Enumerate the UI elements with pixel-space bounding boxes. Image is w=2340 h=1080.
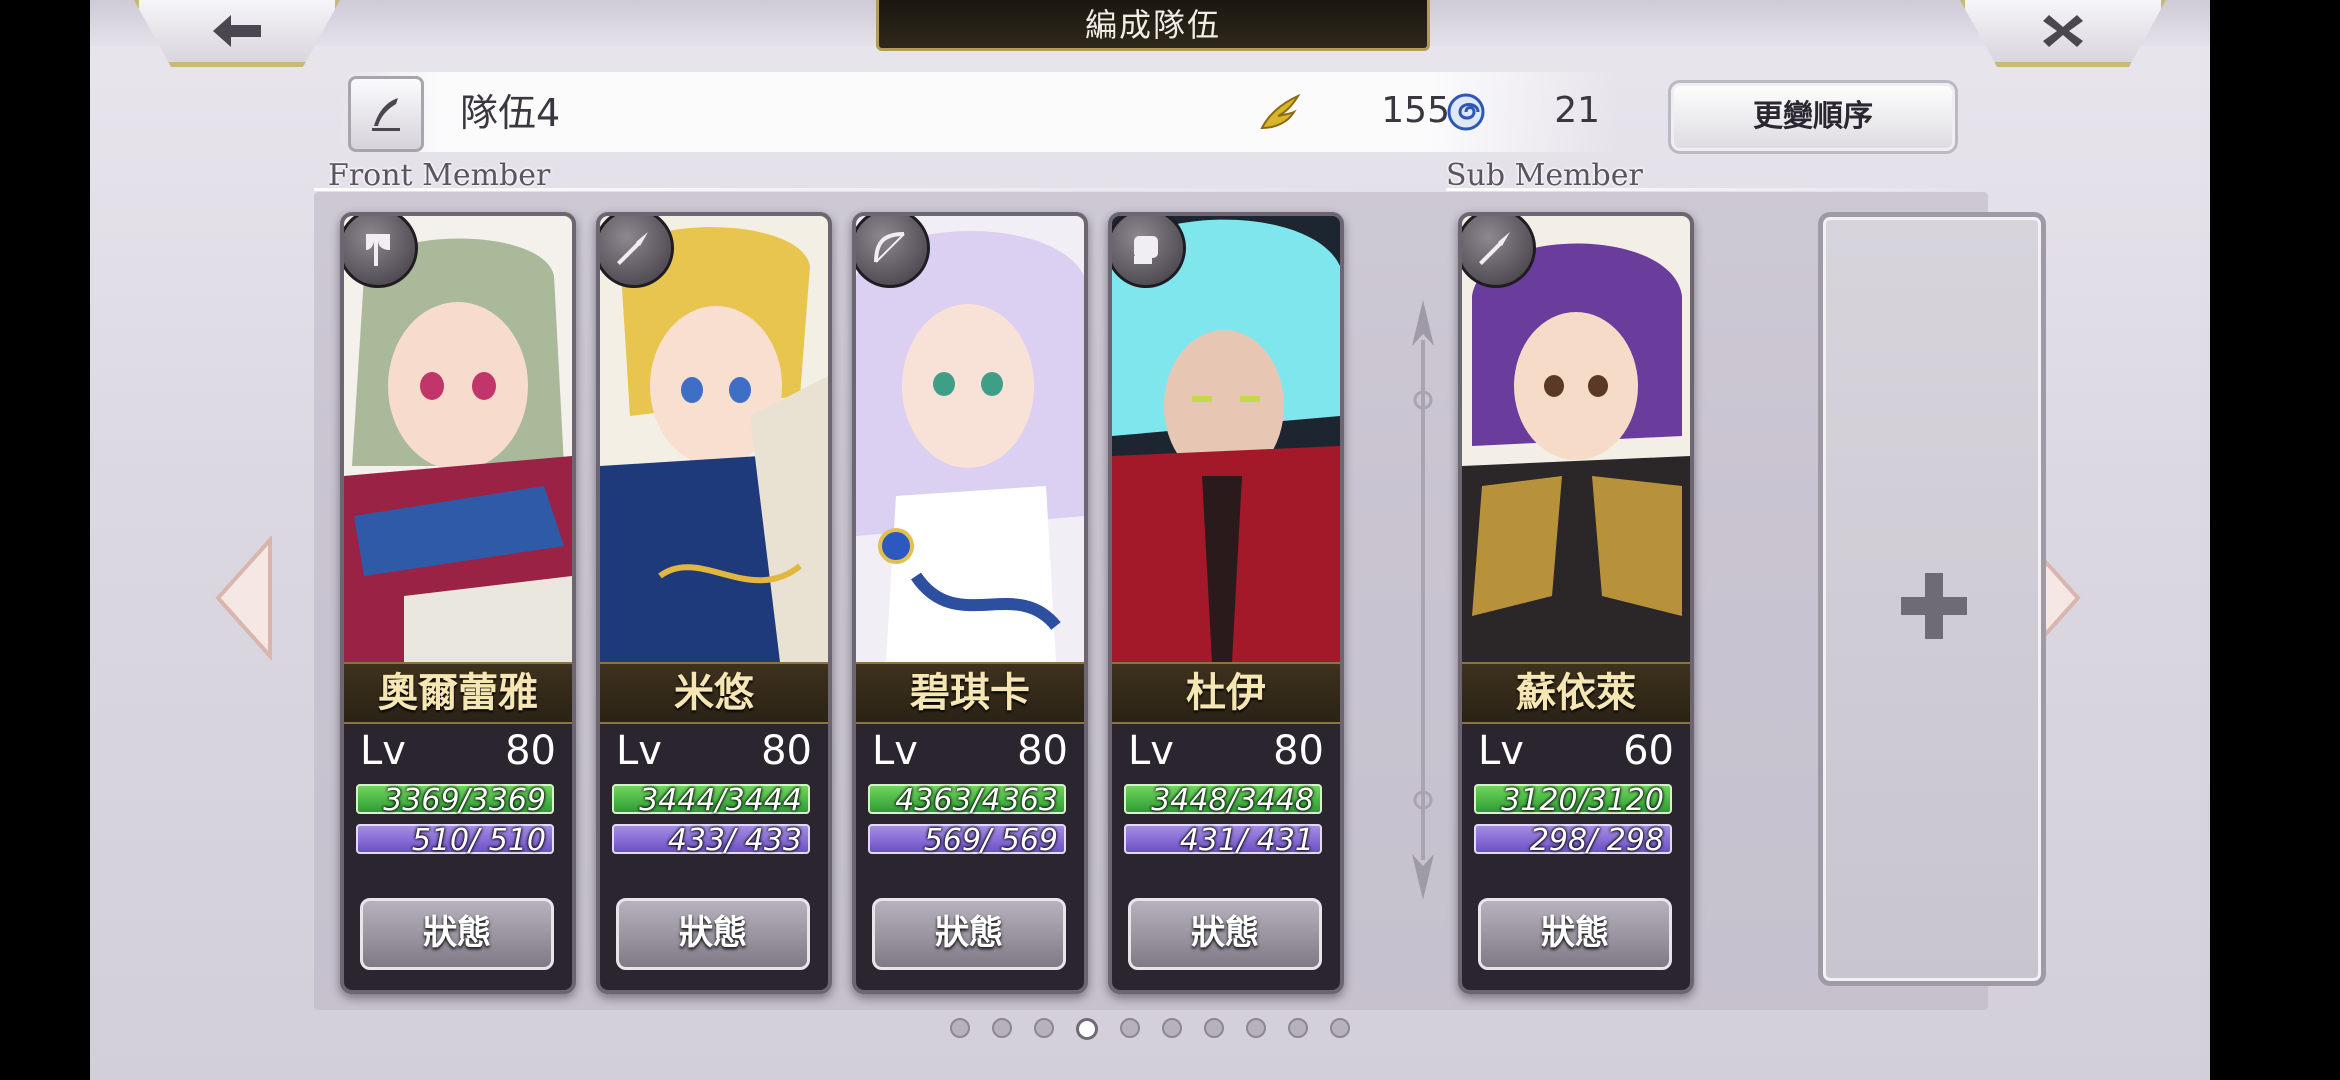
status-button[interactable]: 狀態: [872, 898, 1066, 970]
member-name: 奧爾蕾雅: [344, 662, 572, 724]
team-name: 隊伍4: [460, 91, 561, 135]
wing-icon: [1260, 93, 1301, 130]
page-dot[interactable]: [1246, 1018, 1266, 1038]
status-button[interactable]: 狀態: [1478, 898, 1672, 970]
hp-bar: 3120/3120: [1474, 784, 1672, 816]
page-dot[interactable]: [992, 1018, 1012, 1038]
plus-icon: [1901, 573, 1967, 639]
mp-bar: 431/ 431: [1124, 824, 1322, 856]
back-button[interactable]: [134, 0, 340, 67]
page-dot[interactable]: [1288, 1018, 1308, 1038]
member-card[interactable]: 奧爾蕾雅 Lv 80 3369/3369 510/ 510 狀態: [340, 212, 576, 994]
close-button[interactable]: [1960, 0, 2166, 67]
section-divider: [314, 188, 1374, 191]
status-button[interactable]: 狀態: [360, 898, 554, 970]
member-name: 碧琪卡: [856, 662, 1084, 724]
member-name: 蘇依萊: [1462, 662, 1690, 724]
level-row: Lv 80: [612, 728, 812, 780]
status-button[interactable]: 狀態: [616, 898, 810, 970]
quill-icon: [372, 98, 400, 131]
level-value: 80: [505, 728, 556, 774]
sub-member-card[interactable]: 蘇依萊 Lv 60 3120/3120 298/ 298 狀態: [1458, 212, 1694, 994]
mp-bar: 510/ 510: [356, 824, 554, 856]
hp-bar: 4363/4363: [868, 784, 1066, 816]
page-dot[interactable]: [1120, 1018, 1140, 1038]
page-dot[interactable]: [1204, 1018, 1224, 1038]
wing-count: 155: [1381, 90, 1450, 131]
spiral-count: 21: [1554, 90, 1600, 131]
level-row: Lv 60: [1474, 728, 1674, 780]
level-label: Lv: [616, 728, 662, 774]
status-button[interactable]: 狀態: [1128, 898, 1322, 970]
page-dot[interactable]: [1330, 1018, 1350, 1038]
level-row: Lv 80: [868, 728, 1068, 780]
spiral-icon: [1447, 93, 1485, 131]
edit-team-name-button[interactable]: [348, 76, 424, 152]
section-divider: [1446, 188, 1986, 191]
level-label: Lv: [1478, 728, 1524, 774]
level-value: 60: [1623, 728, 1674, 774]
arrow-left-icon: [213, 15, 261, 47]
member-card[interactable]: 杜伊 Lv 80 3448/3448 431/ 431 狀態: [1108, 212, 1344, 994]
level-value: 80: [1017, 728, 1068, 774]
page-indicator: [950, 1018, 1350, 1040]
member-card[interactable]: 碧琪卡 Lv 80 4363/4363 569/ 569 狀態: [852, 212, 1088, 994]
page-dot[interactable]: [1162, 1018, 1182, 1038]
hp-bar: 3369/3369: [356, 784, 554, 816]
prev-team-arrow[interactable]: [212, 536, 276, 660]
member-name: 米悠: [600, 662, 828, 724]
mp-bar: 433/ 433: [612, 824, 810, 856]
member-card[interactable]: 米悠 Lv 80 3444/3444 433/ 433 狀態: [596, 212, 832, 994]
level-label: Lv: [872, 728, 918, 774]
page-dot[interactable]: [950, 1018, 970, 1038]
level-label: Lv: [360, 728, 406, 774]
hp-bar: 3448/3448: [1124, 784, 1322, 816]
hp-bar: 3444/3444: [612, 784, 810, 816]
page-dot[interactable]: [1034, 1018, 1054, 1038]
change-order-button[interactable]: 更變順序: [1668, 80, 1958, 154]
mp-bar: 298/ 298: [1474, 824, 1672, 856]
front-sub-divider: [1412, 300, 1434, 900]
close-icon: [2043, 15, 2083, 47]
member-name: 杜伊: [1112, 662, 1340, 724]
mp-bar: 569/ 569: [868, 824, 1066, 856]
level-row: Lv 80: [1124, 728, 1324, 780]
level-value: 80: [761, 728, 812, 774]
level-value: 80: [1273, 728, 1324, 774]
page-title: 編成隊伍: [876, 0, 1430, 51]
level-row: Lv 80: [356, 728, 556, 780]
page-dot[interactable]: [1076, 1018, 1098, 1040]
screen: 編成隊伍 隊伍4 155 21 更變順序 Front Member Sub Me…: [90, 0, 2210, 1080]
add-member-slot[interactable]: [1818, 212, 2046, 986]
level-label: Lv: [1128, 728, 1174, 774]
